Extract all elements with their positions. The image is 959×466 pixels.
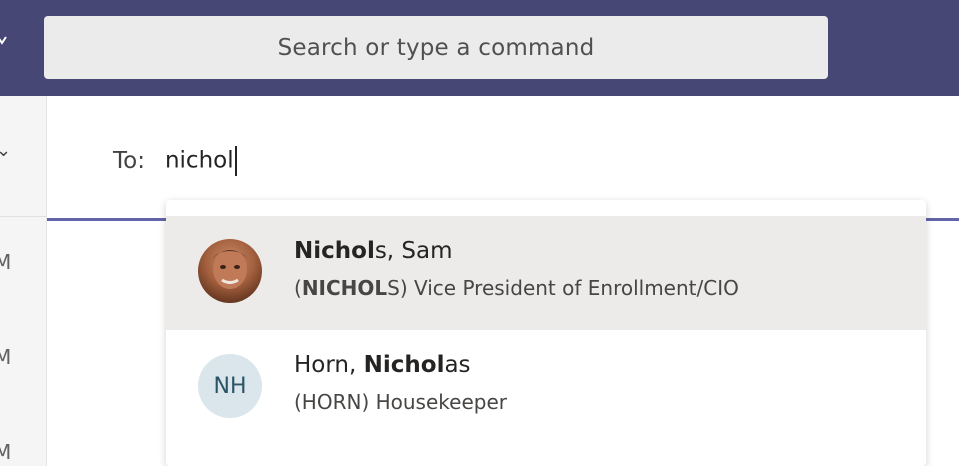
people-suggestions-dropdown: Nichols, Sam (NICHOLS) Vice President of… [166, 200, 926, 466]
detail-prefix: ( [294, 276, 302, 300]
filter-chevron-icon[interactable]: ⌄ [0, 140, 11, 161]
suggestion-item[interactable]: NH Horn, Nicholas (HORN) Housekeeper [166, 330, 926, 444]
to-input[interactable]: nichol [165, 146, 237, 176]
suggestion-name: Nichols, Sam [294, 238, 453, 264]
avatar: NH [198, 354, 262, 418]
to-label: To: [113, 148, 145, 174]
to-input-text: nichol [164, 147, 234, 174]
avatar [198, 239, 262, 303]
detail-rest: S) Vice President of Enrollment/CIO [387, 276, 739, 300]
suggestion-name: Horn, Nicholas [294, 352, 471, 378]
suggestion-item[interactable]: Nichols, Sam (NICHOLS) Vice President of… [166, 216, 926, 330]
chat-list-time: M [0, 250, 12, 274]
search-input[interactable]: Search or type a command [44, 16, 828, 79]
search-placeholder: Search or type a command [277, 34, 595, 61]
top-bar: Search or type a command [0, 0, 959, 96]
name-match: Nichol [294, 238, 375, 264]
chat-list-time: M [0, 345, 12, 369]
detail-match: NICHOL [301, 276, 388, 300]
avatar-initials: NH [213, 373, 247, 399]
name-prefix: Horn, [294, 352, 364, 378]
to-field-row[interactable]: To: nichol [113, 145, 237, 177]
name-rest: as [444, 352, 471, 378]
back-chevron-icon[interactable] [0, 34, 10, 46]
person-photo-icon [212, 249, 248, 289]
chat-list-time: M [0, 440, 12, 464]
text-cursor [234, 146, 237, 176]
suggestion-detail: (NICHOLS) Vice President of Enrollment/C… [294, 276, 739, 300]
chat-list-divider [0, 216, 46, 217]
suggestion-detail: (HORN) Housekeeper [294, 390, 507, 414]
name-match: Nichol [363, 352, 445, 378]
name-rest: s, Sam [374, 238, 453, 264]
